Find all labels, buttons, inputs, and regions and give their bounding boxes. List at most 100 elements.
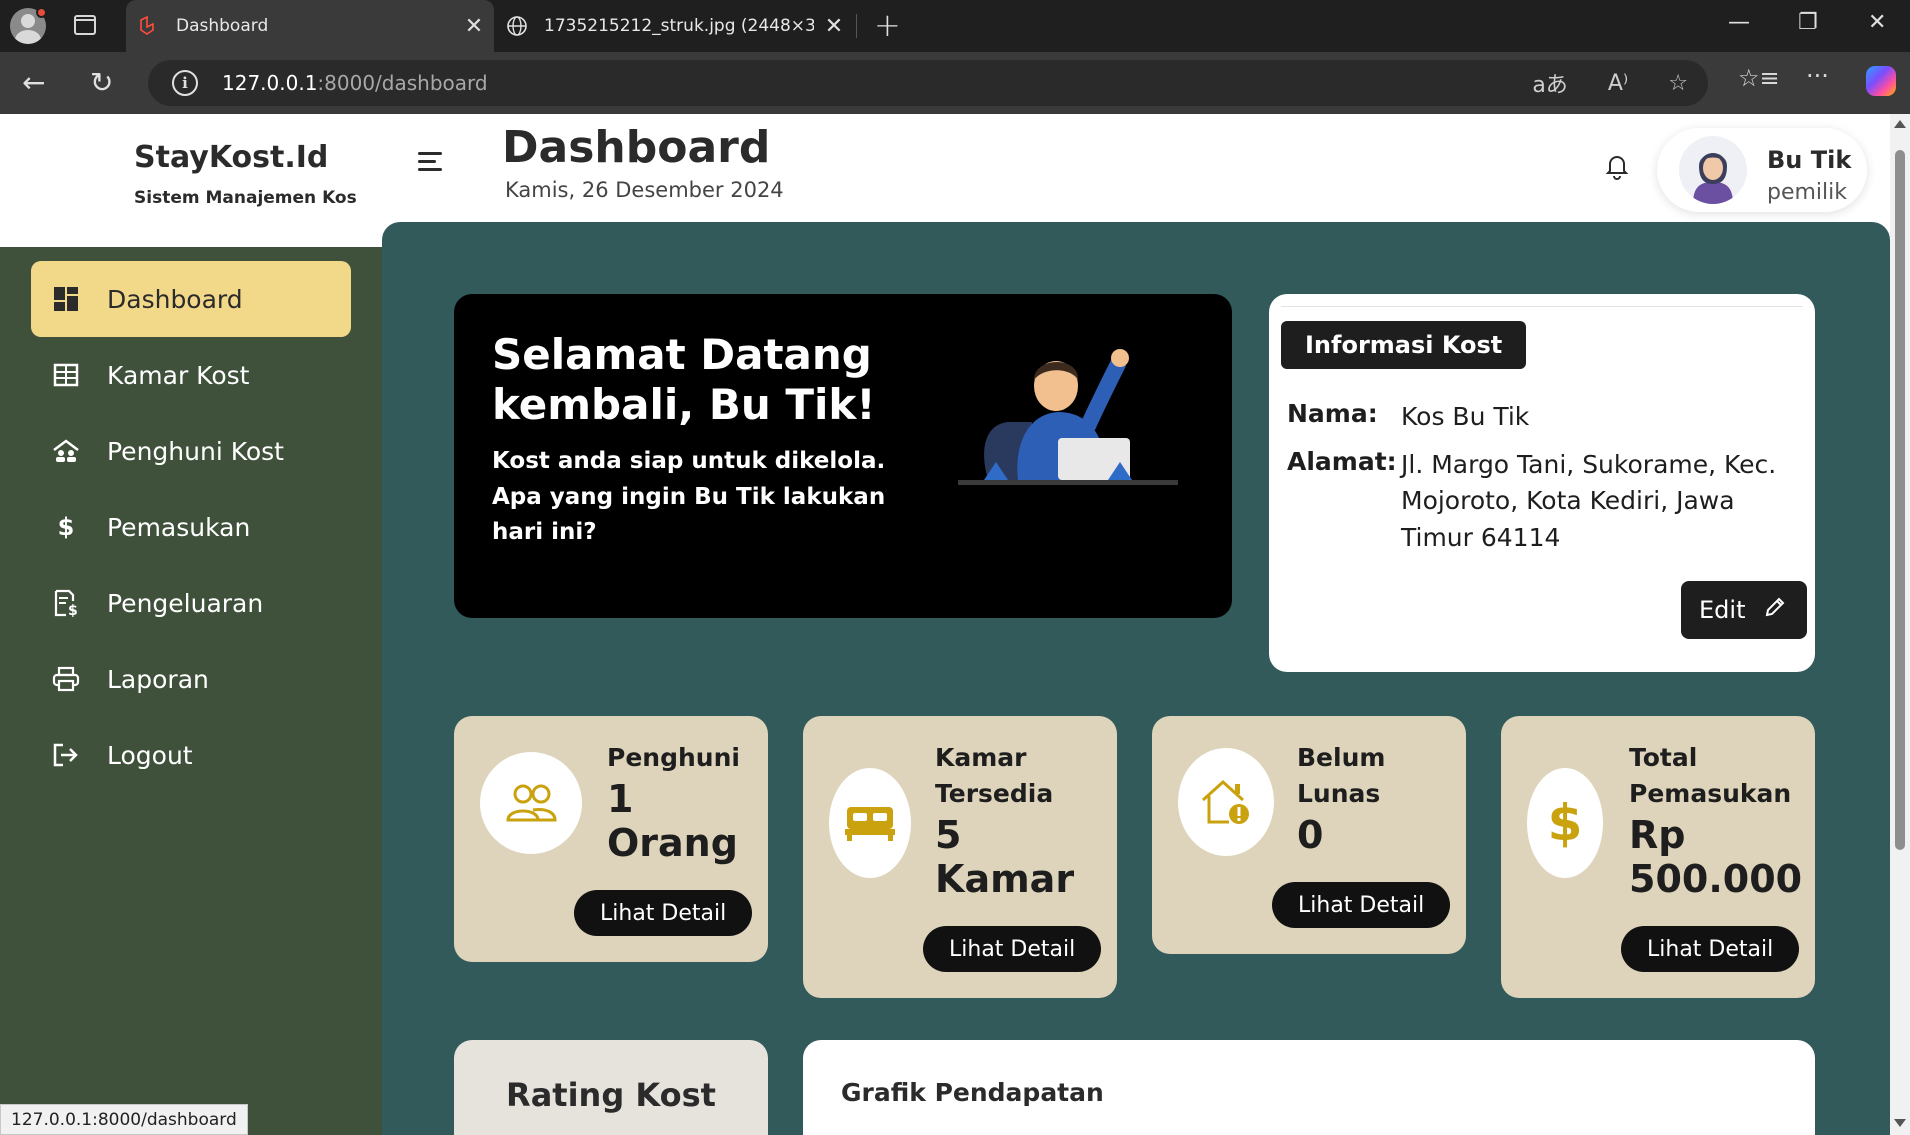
info-address-row: Alamat: Jl. Margo Tani, Sukorame, Kec. M… [1287,447,1801,556]
info-name-value: Kos Bu Tik [1401,402,1530,431]
user-name: Bu Tik [1767,146,1852,174]
logout-icon [51,740,81,770]
status-url-tooltip: 127.0.0.1:8000/dashboard [0,1104,248,1135]
info-name-row: Nama: Kos Bu Tik [1287,399,1801,435]
brand-subtitle: Sistem Manajemen Kos [134,188,357,208]
dollar-icon: $ [1527,768,1603,878]
edit-button-label: Edit [1699,596,1746,624]
close-tab-icon[interactable]: ✕ [814,14,854,39]
tab-dashboard[interactable]: Dashboard ✕ [126,0,494,52]
tab-title: 1735215212_struk.jpg (2448×3264) [544,16,814,36]
room-icon [51,360,81,390]
printer-icon [51,664,81,694]
info-name-label: Nama: [1287,399,1378,428]
lihat-detail-button[interactable]: Lihat Detail [923,926,1102,972]
sidebar-item-logout[interactable]: Logout [31,717,351,793]
sidebar-item-label: Dashboard [107,284,243,314]
pencil-icon [1763,595,1787,625]
stat-value: 5 Kamar [935,813,1075,901]
users-icon [480,752,582,854]
sidebar-item-pemasukan[interactable]: $ Pemasukan [31,489,351,565]
stat-label: Kamar Tersedia [935,743,1054,809]
user-profile-chip[interactable]: Bu Tik pemilik [1657,128,1867,212]
copilot-icon[interactable] [1866,66,1896,96]
more-menu-icon[interactable]: ··· [1806,62,1829,90]
tab-separator [856,14,857,38]
minimize-icon[interactable]: — [1728,10,1750,35]
page-title: Dashboard [502,122,771,173]
sidebar-item-pengeluaran[interactable]: $ Pengeluaran [31,565,351,641]
lihat-detail-button[interactable]: Lihat Detail [1272,882,1451,928]
lihat-detail-button[interactable]: Lihat Detail [574,890,753,936]
tab-title: Dashboard [176,16,269,36]
hamburger-menu-icon[interactable] [418,152,442,172]
globe-icon [506,15,528,37]
laravel-icon [138,15,160,37]
sidebar-item-label: Pemasukan [107,512,251,542]
favorites-icon[interactable]: ☆≡ [1738,64,1780,92]
back-icon[interactable]: ← [22,66,45,99]
restore-icon[interactable]: ❐ [1798,10,1818,35]
stat-card-kamar-tersedia: Kamar Tersedia 5 Kamar Lihat Detail [803,716,1117,998]
brand-name: StayKost.Id [134,140,329,175]
avatar [1679,136,1747,204]
info-kost-card: Informasi Kost Nama: Kos Bu Tik Alamat: … [1269,294,1815,672]
read-aloud-icon[interactable]: A⁾ [1608,71,1628,96]
welcome-banner: Selamat Datang kembali, Bu Tik! Kost and… [454,294,1232,618]
welcome-title: Selamat Datang kembali, Bu Tik! [492,330,876,430]
window-close-icon[interactable]: ✕ [1868,10,1886,35]
sidebar-item-label: Kamar Kost [107,360,250,390]
new-tab-icon[interactable]: + [874,6,901,44]
tab-struk-image[interactable]: 1735215212_struk.jpg (2448×3264) ✕ [494,0,854,52]
sidebar: Dashboard Kamar Kost Penghuni Kost $ Pem… [0,247,382,1135]
main-content: Selamat Datang kembali, Bu Tik! Kost and… [382,222,1890,1135]
stat-label: Penghuni [607,743,740,772]
refresh-icon[interactable]: ↻ [90,66,113,99]
sidebar-item-penghuni-kost[interactable]: Penghuni Kost [31,413,351,489]
page-scrollbar[interactable] [1890,114,1910,1135]
expense-icon: $ [51,588,81,618]
translate-icon[interactable]: aあ [1532,67,1567,99]
bed-icon [829,768,911,878]
url-field[interactable]: i 127.0.0.1:8000/dashboard aあ A⁾ ☆ [148,60,1708,106]
tab-actions-icon[interactable] [74,15,96,35]
dashboard-icon [51,284,81,314]
stat-card-penghuni: Penghuni 1 Orang Lihat Detail [454,716,768,962]
dollar-icon: $ [57,513,75,541]
site-info-icon[interactable]: i [172,70,198,96]
rating-title: Rating Kost [506,1076,716,1114]
scroll-thumb[interactable] [1895,150,1905,850]
favorite-star-icon[interactable]: ☆ [1668,71,1688,96]
edit-info-button[interactable]: Edit [1681,581,1807,639]
brand-block: StayKost.Id Sistem Manajemen Kos [0,114,382,247]
scroll-down-arrow-icon[interactable] [1894,1119,1906,1127]
sidebar-item-label: Pengeluaran [107,588,264,618]
stat-value: Rp 500.000 [1629,813,1803,901]
info-address-value: Jl. Margo Tani, Sukorame, Kec. Mojoroto,… [1401,450,1777,552]
info-kost-body: Informasi Kost Nama: Kos Bu Tik Alamat: … [1281,306,1807,646]
scroll-up-arrow-icon[interactable] [1894,120,1906,128]
sidebar-item-kamar-kost[interactable]: Kamar Kost [31,337,351,413]
graph-title: Grafik Pendapatan [841,1078,1104,1107]
browser-tab-bar: Dashboard ✕ 1735215212_struk.jpg (2448×3… [0,0,1910,52]
sidebar-item-dashboard[interactable]: Dashboard [31,261,351,337]
sidebar-item-laporan[interactable]: Laporan [31,641,351,717]
notification-dot [36,7,47,18]
address-bar-row: ← ↻ i 127.0.0.1:8000/dashboard aあ A⁾ ☆ ☆… [0,52,1910,114]
sidebar-item-label: Logout [107,740,193,770]
close-tab-icon[interactable]: ✕ [454,14,494,39]
bell-icon[interactable] [1605,152,1629,180]
sidebar-item-label: Laporan [107,664,209,694]
user-role: pemilik [1767,180,1848,205]
rating-kost-card: Rating Kost ★★★★★ [454,1040,768,1135]
stat-value: 1 Orang [607,777,738,865]
lihat-detail-button[interactable]: Lihat Detail [1621,926,1800,972]
url-text: 127.0.0.1:8000/dashboard [222,71,488,95]
page-viewport: StayKost.Id Sistem Manajemen Kos Dashboa… [0,114,1890,1135]
stat-card-belum-lunas: Belum Lunas 0 Lihat Detail [1152,716,1466,954]
stat-label: Total Pemasukan [1629,743,1792,809]
welcome-subtitle: Kost anda siap untuk dikelola. Apa yang … [492,448,886,546]
stat-label: Belum Lunas [1297,743,1386,809]
grafik-pendapatan-card: Grafik Pendapatan [803,1040,1815,1135]
page-date: Kamis, 26 Desember 2024 [505,178,784,202]
